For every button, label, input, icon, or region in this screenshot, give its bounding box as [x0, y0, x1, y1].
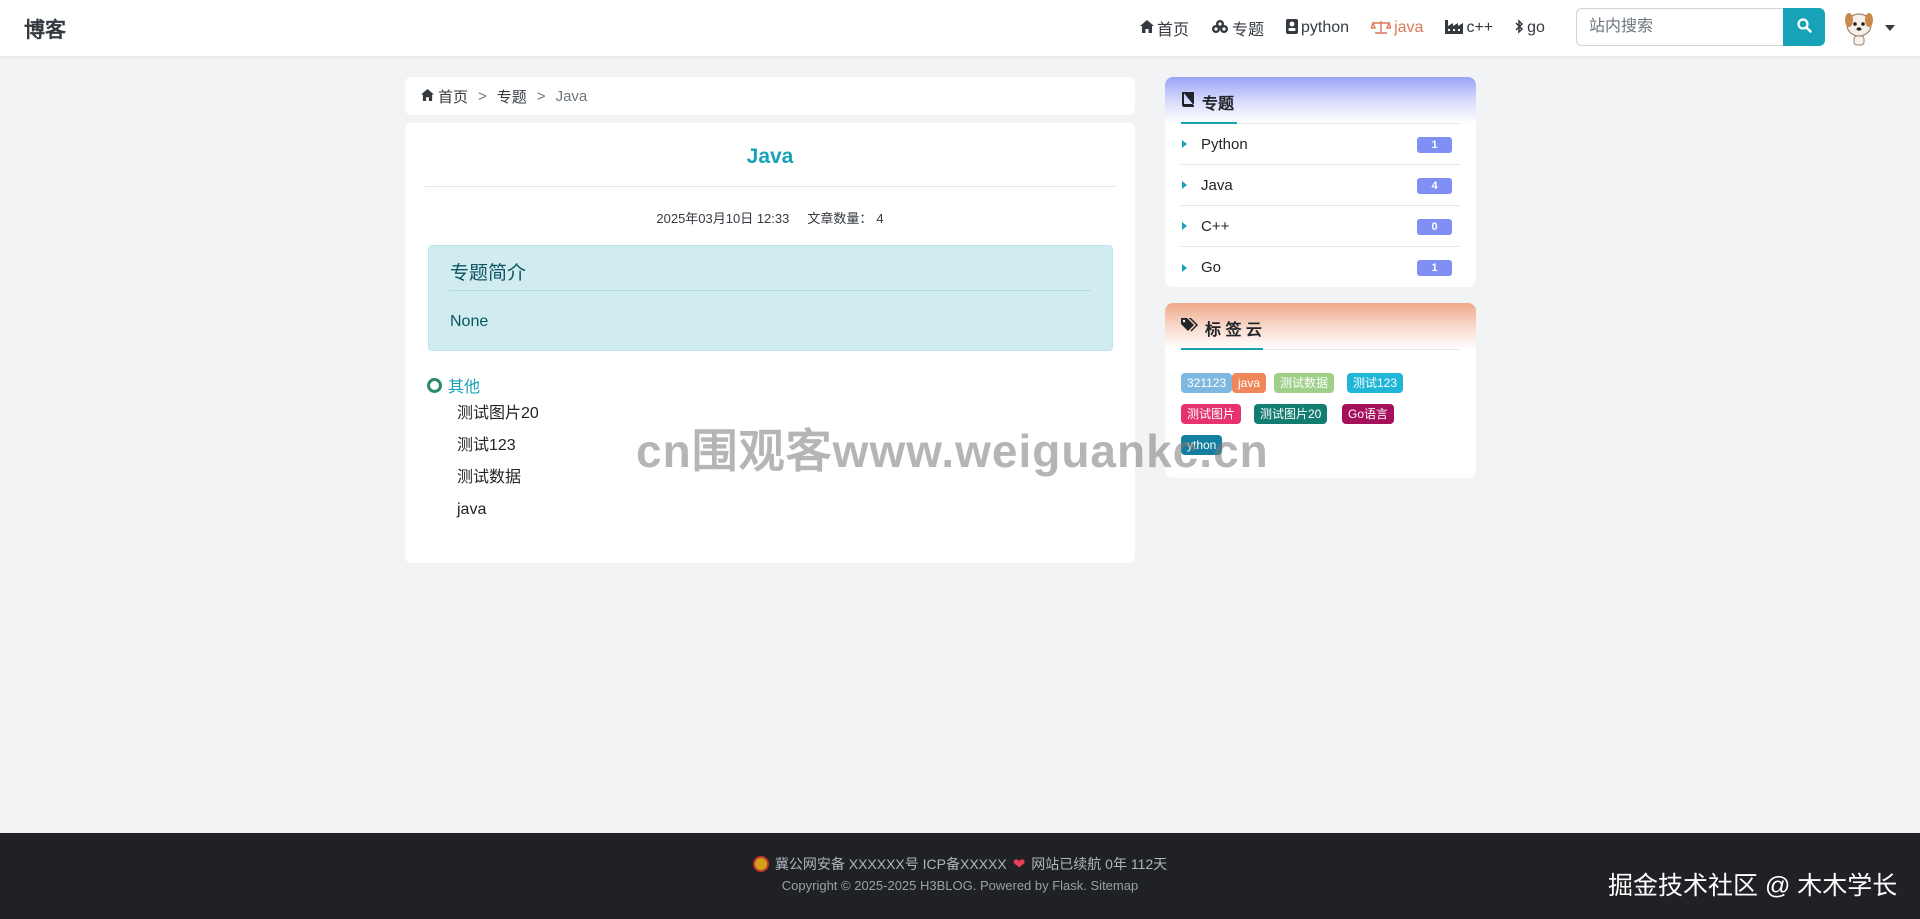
- book-icon: [1181, 92, 1195, 112]
- topic-title: Java: [746, 145, 794, 168]
- article-group-header: 其他: [427, 373, 480, 397]
- user-avatar[interactable]: [1842, 10, 1876, 46]
- breadcrumb-home-icon[interactable]: [421, 88, 434, 105]
- tags-header: 标 签 云: [1165, 303, 1476, 349]
- caret-right-icon: [1182, 263, 1187, 272]
- balance-scale-icon: [1370, 20, 1393, 37]
- tag[interactable]: java: [1232, 373, 1267, 393]
- tags-title: 标 签 云: [1205, 322, 1262, 339]
- intro-title: 专题简介: [450, 263, 527, 284]
- topics-header: 专题: [1165, 77, 1476, 123]
- breadcrumb-home[interactable]: 首页: [438, 86, 468, 107]
- sidebar-tags-card: 标 签 云 321123 java 测试数据 测试123 测试图片 测试图片20…: [1165, 303, 1476, 478]
- article-link[interactable]: 测试数据: [457, 468, 539, 500]
- nav-python[interactable]: python: [1286, 19, 1349, 37]
- nav-python-label: python: [1301, 19, 1350, 36]
- sidebar-topics-card: 专题 Python 1 Java 4 C++ 0 Go 1: [1165, 77, 1476, 287]
- circle-icon: [427, 377, 442, 393]
- nav-home[interactable]: 首页: [1140, 16, 1189, 40]
- nav-java[interactable]: java: [1370, 19, 1424, 37]
- breadcrumb-current: Java: [555, 87, 588, 105]
- count-badge: 1: [1417, 137, 1452, 153]
- tags-icon: [1181, 317, 1199, 338]
- tags-underline: [1181, 348, 1263, 350]
- breadcrumb-separator: >: [478, 87, 487, 105]
- article-count: 文章数量： 4: [807, 211, 883, 226]
- tag[interactable]: 321123: [1181, 373, 1233, 393]
- sidebar-topic-cpp[interactable]: C++ 0: [1181, 206, 1460, 247]
- topic-name: C++: [1201, 217, 1230, 235]
- nav-home-label: 首页: [1157, 22, 1190, 39]
- cubes-icon: [1211, 19, 1229, 37]
- bluetooth-icon: [1515, 19, 1524, 37]
- footer-uptime: 网站已续航 0年 112天: [1031, 856, 1168, 872]
- article-link[interactable]: java: [457, 500, 539, 532]
- tag[interactable]: Go语言: [1342, 404, 1395, 424]
- breadcrumb: 首页 > 专题 > Java: [405, 77, 1135, 115]
- sidebar-topic-python[interactable]: Python 1: [1181, 124, 1460, 165]
- caret-right-icon: [1182, 222, 1187, 230]
- search-group: [1576, 8, 1825, 46]
- article-link[interactable]: 测试123: [457, 436, 539, 468]
- tag[interactable]: 测试图片20: [1254, 404, 1328, 424]
- sidebar-topic-go[interactable]: Go 1: [1181, 247, 1460, 287]
- topic-meta: 2025年03月10日 12:33 文章数量： 4: [405, 208, 1135, 227]
- tag[interactable]: 测试图片: [1181, 404, 1242, 424]
- breadcrumb-section[interactable]: 专题: [497, 86, 527, 107]
- caret-right-icon: [1182, 140, 1187, 148]
- tag[interactable]: 测试数据: [1274, 373, 1335, 393]
- intro-body: None: [450, 313, 489, 330]
- nav-go-label: go: [1527, 19, 1545, 36]
- tag[interactable]: 测试123: [1347, 373, 1404, 393]
- search-icon: [1796, 18, 1812, 36]
- count-badge: 4: [1417, 178, 1452, 194]
- footer-record[interactable]: 冀公网安备 XXXXXX号 ICP备XXXXX: [775, 854, 1007, 874]
- caret-right-icon: [1182, 181, 1187, 189]
- breadcrumb-separator: >: [536, 87, 546, 105]
- nav-links: 首页 专题 python java c++ go: [1140, 0, 1567, 56]
- topics-title: 专题: [1202, 96, 1235, 113]
- nav-topics-label: 专题: [1232, 22, 1265, 39]
- top-navbar: 博客 首页 专题 python java c++ go 站内搜索: [0, 0, 1920, 56]
- nav-topics[interactable]: 专题: [1211, 16, 1264, 40]
- topic-intro-box: 专题简介 None: [428, 245, 1113, 351]
- topic-date: 2025年03月10日 12:33: [656, 211, 790, 226]
- community-watermark: 掘金技术社区 @ 木木学长: [1608, 872, 1898, 900]
- topic-name: Java: [1201, 176, 1233, 194]
- group-label[interactable]: 其他: [448, 373, 480, 397]
- site-brand[interactable]: 博客: [24, 14, 66, 44]
- search-button[interactable]: [1783, 8, 1825, 46]
- article-count-value: 4: [876, 211, 884, 226]
- search-input[interactable]: [1576, 8, 1783, 46]
- count-badge: 1: [1417, 260, 1452, 276]
- home-icon: [1140, 20, 1154, 36]
- police-emblem-icon: [752, 856, 769, 872]
- industry-icon: [1445, 19, 1464, 37]
- article-link[interactable]: 测试图片20: [457, 404, 539, 436]
- nav-go[interactable]: go: [1515, 19, 1545, 37]
- topic-name: Go: [1201, 259, 1222, 276]
- tags-heading: 标 签 云: [1181, 316, 1262, 340]
- title-divider: [425, 186, 1115, 187]
- topic-name: Python: [1201, 135, 1248, 153]
- site-footer: 冀公网安备 XXXXXX号 ICP备XXXXX ❤ 网站已续航 0年 112天 …: [0, 833, 1920, 919]
- nav-cpp[interactable]: c++: [1445, 19, 1493, 37]
- topic-card: Java 2025年03月10日 12:33 文章数量： 4 专题简介 None 其…: [405, 123, 1135, 563]
- article-count-label: 文章数量：: [807, 211, 873, 226]
- intro-divider: [449, 290, 1091, 291]
- nav-java-label: java: [1394, 19, 1424, 36]
- nav-cpp-label: c++: [1466, 19, 1494, 36]
- python-icon: [1286, 19, 1299, 37]
- topics-heading: 专题: [1181, 90, 1234, 114]
- article-list: 测试图片20 测试123 测试数据 java: [457, 404, 539, 532]
- tag[interactable]: ython: [1181, 435, 1223, 455]
- sidebar-topic-java[interactable]: Java 4: [1181, 165, 1460, 206]
- count-badge: 0: [1417, 219, 1452, 235]
- user-menu-caret[interactable]: [1885, 25, 1895, 31]
- heart-icon: ❤: [1012, 856, 1026, 873]
